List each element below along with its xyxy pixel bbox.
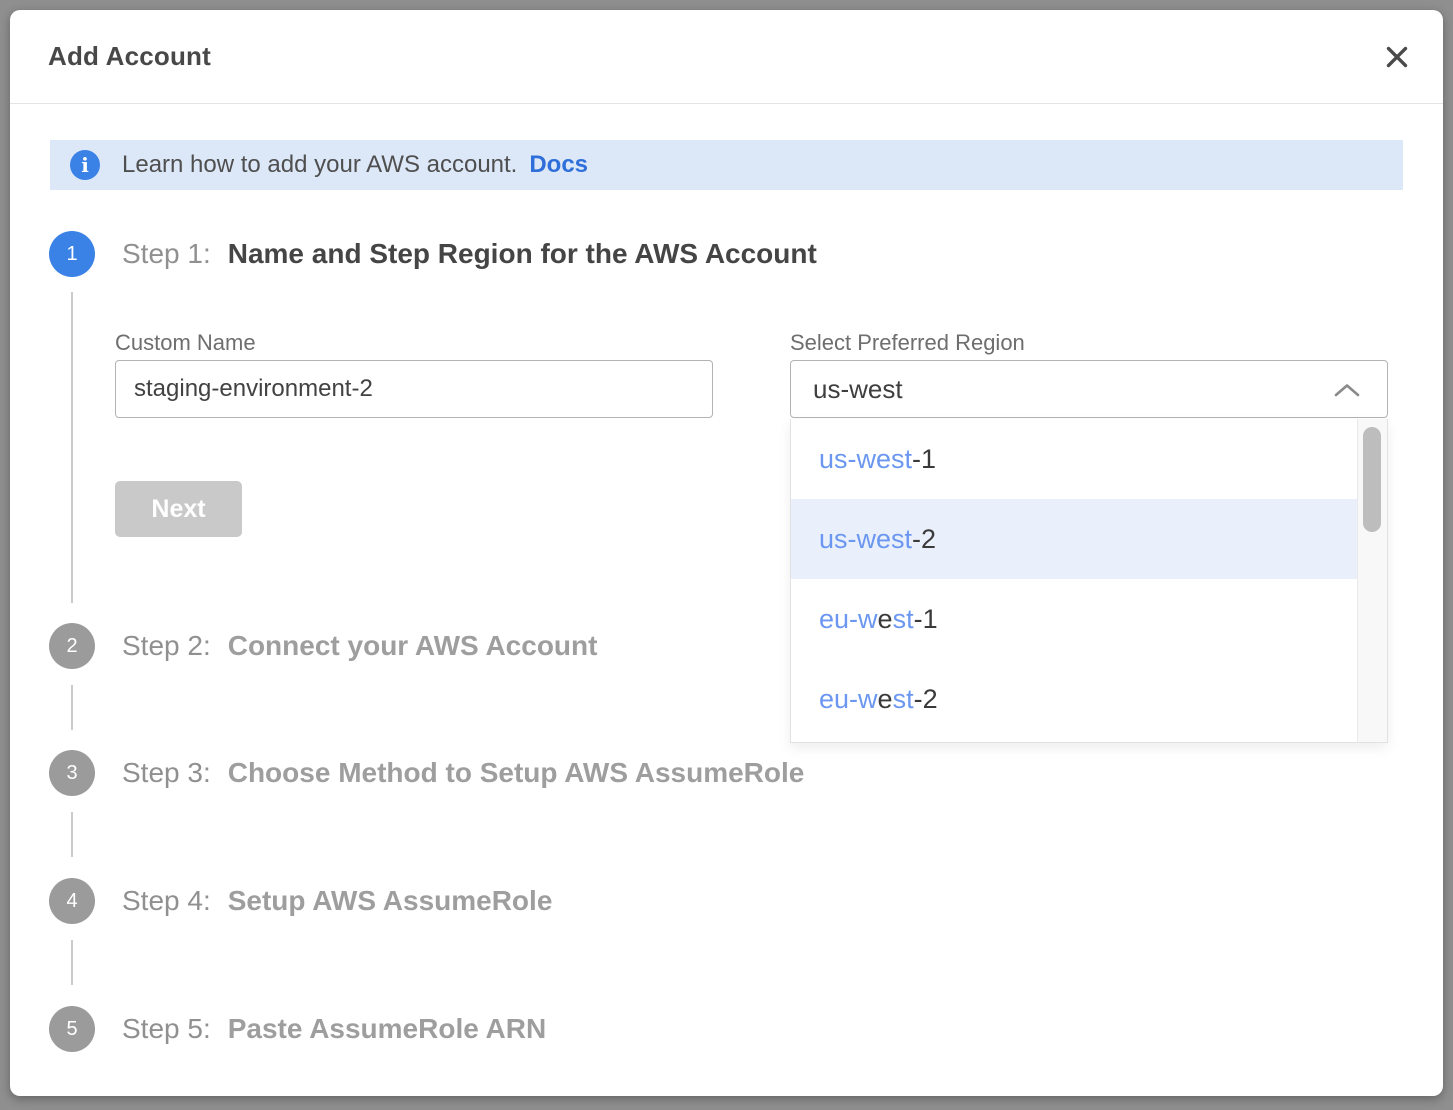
modal-header: Add Account — [10, 10, 1443, 104]
option-text: -1 — [914, 604, 938, 635]
step-3-prefix: Step 3: — [122, 757, 211, 789]
scrollbar-thumb[interactable] — [1363, 427, 1381, 532]
step-5-prefix: Step 5: — [122, 1013, 211, 1045]
step-3-title: Choose Method to Setup AWS AssumeRole — [228, 757, 805, 789]
step-3-badge: 3 — [49, 750, 95, 796]
info-icon: i — [70, 150, 100, 180]
step-4-badge: 4 — [49, 878, 95, 924]
dropdown-scrollbar — [1357, 419, 1387, 742]
step-5-badge: 5 — [49, 1006, 95, 1052]
custom-name-input[interactable] — [115, 360, 713, 418]
region-option[interactable]: eu-west-1 — [791, 579, 1357, 659]
step-4-prefix: Step 4: — [122, 885, 211, 917]
step-2-title: Connect your AWS Account — [228, 630, 598, 662]
step-row-1: 1 Step 1: Name and Step Region for the A… — [49, 231, 817, 277]
option-text: -1 — [912, 444, 936, 475]
region-option[interactable]: us-west-1 — [791, 419, 1357, 499]
option-text: -2 — [914, 684, 938, 715]
step-connector — [71, 940, 73, 985]
region-option-list: us-west-1us-west-2eu-west-1eu-west-2 — [791, 419, 1357, 742]
docs-link[interactable]: Docs — [529, 151, 588, 179]
region-option[interactable]: us-west-2 — [791, 499, 1357, 579]
option-match-text: eu-w — [819, 684, 878, 715]
step-connector — [71, 685, 73, 730]
region-dropdown: us-west-1us-west-2eu-west-1eu-west-2 — [790, 419, 1388, 743]
region-option[interactable]: eu-west-2 — [791, 659, 1357, 739]
option-text: e — [878, 684, 893, 715]
step-connector — [71, 292, 73, 603]
option-match-text: st — [893, 684, 914, 715]
banner-text: Learn how to add your AWS account. — [122, 151, 517, 179]
step-row-2: 2 Step 2: Connect your AWS Account — [49, 623, 597, 669]
step-1-prefix: Step 1: — [122, 238, 211, 270]
step-1-badge: 1 — [49, 231, 95, 277]
next-button[interactable]: Next — [115, 481, 242, 537]
region-select[interactable]: us-west — [790, 360, 1388, 418]
chevron-up-icon — [1333, 382, 1361, 398]
step-5-title: Paste AssumeRole ARN — [228, 1013, 546, 1045]
custom-name-label: Custom Name — [115, 330, 256, 356]
step-2-prefix: Step 2: — [122, 630, 211, 662]
modal-title: Add Account — [48, 41, 211, 72]
close-button[interactable] — [1381, 42, 1413, 74]
option-match-text: us-west — [819, 524, 912, 555]
region-label: Select Preferred Region — [790, 330, 1025, 356]
close-icon — [1382, 60, 1412, 75]
option-match-text: us-west — [819, 444, 912, 475]
step-2-badge: 2 — [49, 623, 95, 669]
option-text: e — [878, 604, 893, 635]
option-match-text: st — [893, 604, 914, 635]
region-select-value: us-west — [813, 374, 903, 405]
info-banner: i Learn how to add your AWS account. Doc… — [50, 140, 1403, 190]
step-1-title: Name and Step Region for the AWS Account — [228, 238, 817, 270]
step-4-title: Setup AWS AssumeRole — [228, 885, 553, 917]
step-row-4: 4 Step 4: Setup AWS AssumeRole — [49, 878, 552, 924]
option-text: -2 — [912, 524, 936, 555]
step-row-5: 5 Step 5: Paste AssumeRole ARN — [49, 1006, 546, 1052]
step-row-3: 3 Step 3: Choose Method to Setup AWS Ass… — [49, 750, 804, 796]
option-match-text: eu-w — [819, 604, 878, 635]
step-connector — [71, 812, 73, 857]
add-account-modal: Add Account i Learn how to add your AWS … — [10, 10, 1443, 1096]
